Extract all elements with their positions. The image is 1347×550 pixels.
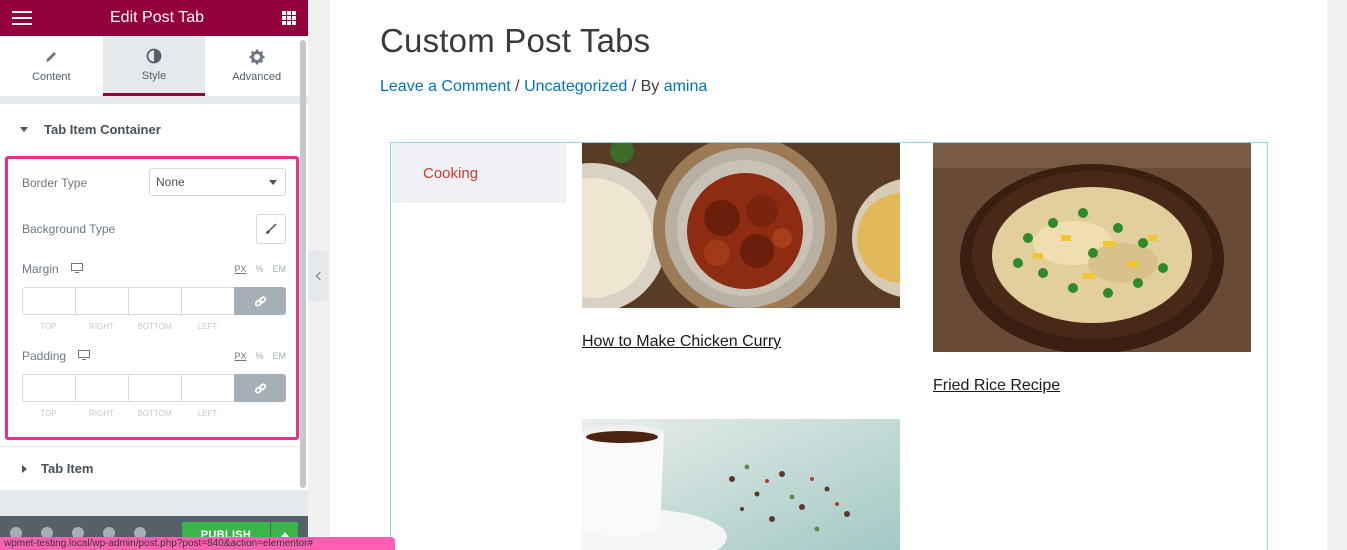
collapse-panel-button[interactable] (308, 250, 328, 302)
padding-top-input[interactable] (22, 374, 75, 402)
category-link[interactable]: Uncategorized (524, 78, 627, 95)
unit-em[interactable]: EM (273, 351, 287, 361)
desktop-icon[interactable] (70, 262, 83, 276)
margin-dim-labels: TOP RIGHT BOTTOM LEFT (22, 322, 234, 331)
border-type-value: None (156, 175, 185, 189)
unit-percent[interactable]: % (255, 351, 263, 361)
page-preview: Custom Post Tabs Leave a Comment / Uncat… (330, 0, 1327, 550)
post-card: Fried Rice Recipe (933, 143, 1251, 403)
unit-em[interactable]: EM (273, 264, 287, 274)
post-tabs-widget: Cooking How to Make Chicken Curry Fried … (390, 142, 1268, 550)
tab-cooking[interactable]: Cooking (391, 143, 566, 203)
border-type-select[interactable]: None (149, 168, 286, 196)
chevron-left-icon (315, 271, 324, 281)
background-type-label: Background Type (22, 222, 116, 236)
tab-content-label: Content (32, 71, 71, 83)
dim-label-top: TOP (40, 322, 57, 331)
editor-panel: Edit Post Tab Content Style Advanced Tab… (0, 0, 308, 550)
hamburger-menu-icon[interactable] (12, 11, 32, 25)
section-title: Tab Item (41, 461, 94, 476)
margin-left-input[interactable] (181, 287, 234, 315)
section-controls: Border Type None Background Type Margin … (0, 154, 308, 446)
tab-style-label: Style (141, 69, 167, 82)
tab-style[interactable]: Style (102, 36, 206, 96)
panel-title: Edit Post Tab (110, 9, 204, 26)
widgets-grid-icon[interactable] (282, 11, 296, 25)
section-tab-item-container[interactable]: Tab Item Container (0, 104, 308, 154)
tab-advanced[interactable]: Advanced (205, 36, 308, 96)
post-title: Custom Post Tabs (380, 22, 651, 59)
margin-units: PX % EM (234, 264, 286, 274)
pencil-icon (44, 49, 58, 65)
panel-tabs: Content Style Advanced (0, 36, 308, 96)
tea-cup-photo[interactable] (582, 419, 900, 550)
padding-dim-labels: TOP RIGHT BOTTOM LEFT (22, 409, 234, 418)
post-card (582, 419, 900, 550)
author-link[interactable]: amina (664, 78, 708, 95)
caret-right-icon (22, 464, 27, 473)
unit-px[interactable]: PX (234, 351, 246, 361)
margin-bottom-input[interactable] (128, 287, 181, 315)
margin-dimensions (22, 287, 286, 315)
dim-label-right: RIGHT (89, 322, 114, 331)
padding-bottom-input[interactable] (128, 374, 181, 402)
status-bar-url: wpmet-testing.local/wp-admin/post.php?po… (0, 537, 395, 550)
unit-px[interactable]: PX (234, 264, 246, 274)
padding-units: PX % EM (234, 351, 286, 361)
brush-icon (266, 223, 277, 234)
background-brush-button[interactable] (256, 214, 286, 244)
padding-dimensions (22, 374, 286, 402)
padding-left-input[interactable] (181, 374, 234, 402)
post-card: How to Make Chicken Curry (582, 143, 900, 363)
dim-label-bottom: BOTTOM (137, 322, 172, 331)
post-title-link[interactable]: Fried Rice Recipe (933, 377, 1060, 395)
desktop-icon[interactable] (78, 349, 91, 363)
padding-label: Padding (22, 349, 67, 363)
padding-right-input[interactable] (75, 374, 128, 402)
caret-down-icon (20, 126, 28, 132)
panel-scrollbar[interactable] (300, 40, 306, 488)
meta-by: / By (627, 78, 664, 95)
margin-right-input[interactable] (75, 287, 128, 315)
dim-label-left: LEFT (197, 409, 218, 418)
chevron-down-icon (269, 180, 277, 185)
leave-comment-link[interactable]: Leave a Comment (380, 78, 511, 95)
panel-header: Edit Post Tab (0, 0, 308, 36)
dim-label-bottom: BOTTOM (137, 409, 172, 418)
link-icon (254, 382, 266, 394)
tab-content[interactable]: Content (0, 36, 103, 96)
dim-label-right: RIGHT (89, 409, 114, 418)
margin-top-input[interactable] (22, 287, 75, 315)
chicken-curry-photo[interactable] (582, 143, 900, 308)
right-gutter (1327, 0, 1347, 550)
background-type-row: Background Type (22, 222, 286, 236)
gear-icon (249, 49, 265, 65)
unit-percent[interactable]: % (255, 264, 263, 274)
dim-label-top: TOP (40, 409, 57, 418)
half-circle-icon (146, 48, 162, 64)
link-values-button[interactable] (234, 287, 286, 315)
fried-rice-photo[interactable] (933, 143, 1251, 352)
margin-label: Margin (22, 262, 59, 276)
meta-separator: / (510, 78, 525, 95)
post-title-link[interactable]: How to Make Chicken Curry (582, 333, 781, 351)
post-meta: Leave a Comment / Uncategorized / By ami… (380, 78, 707, 96)
border-type-label: Border Type (22, 176, 88, 190)
link-icon (254, 295, 266, 307)
section-title: Tab Item Container (44, 121, 161, 137)
link-values-button[interactable] (234, 374, 286, 402)
dim-label-left: LEFT (197, 322, 218, 331)
tab-advanced-label: Advanced (232, 71, 282, 83)
section-tab-item[interactable]: Tab Item (0, 446, 308, 490)
